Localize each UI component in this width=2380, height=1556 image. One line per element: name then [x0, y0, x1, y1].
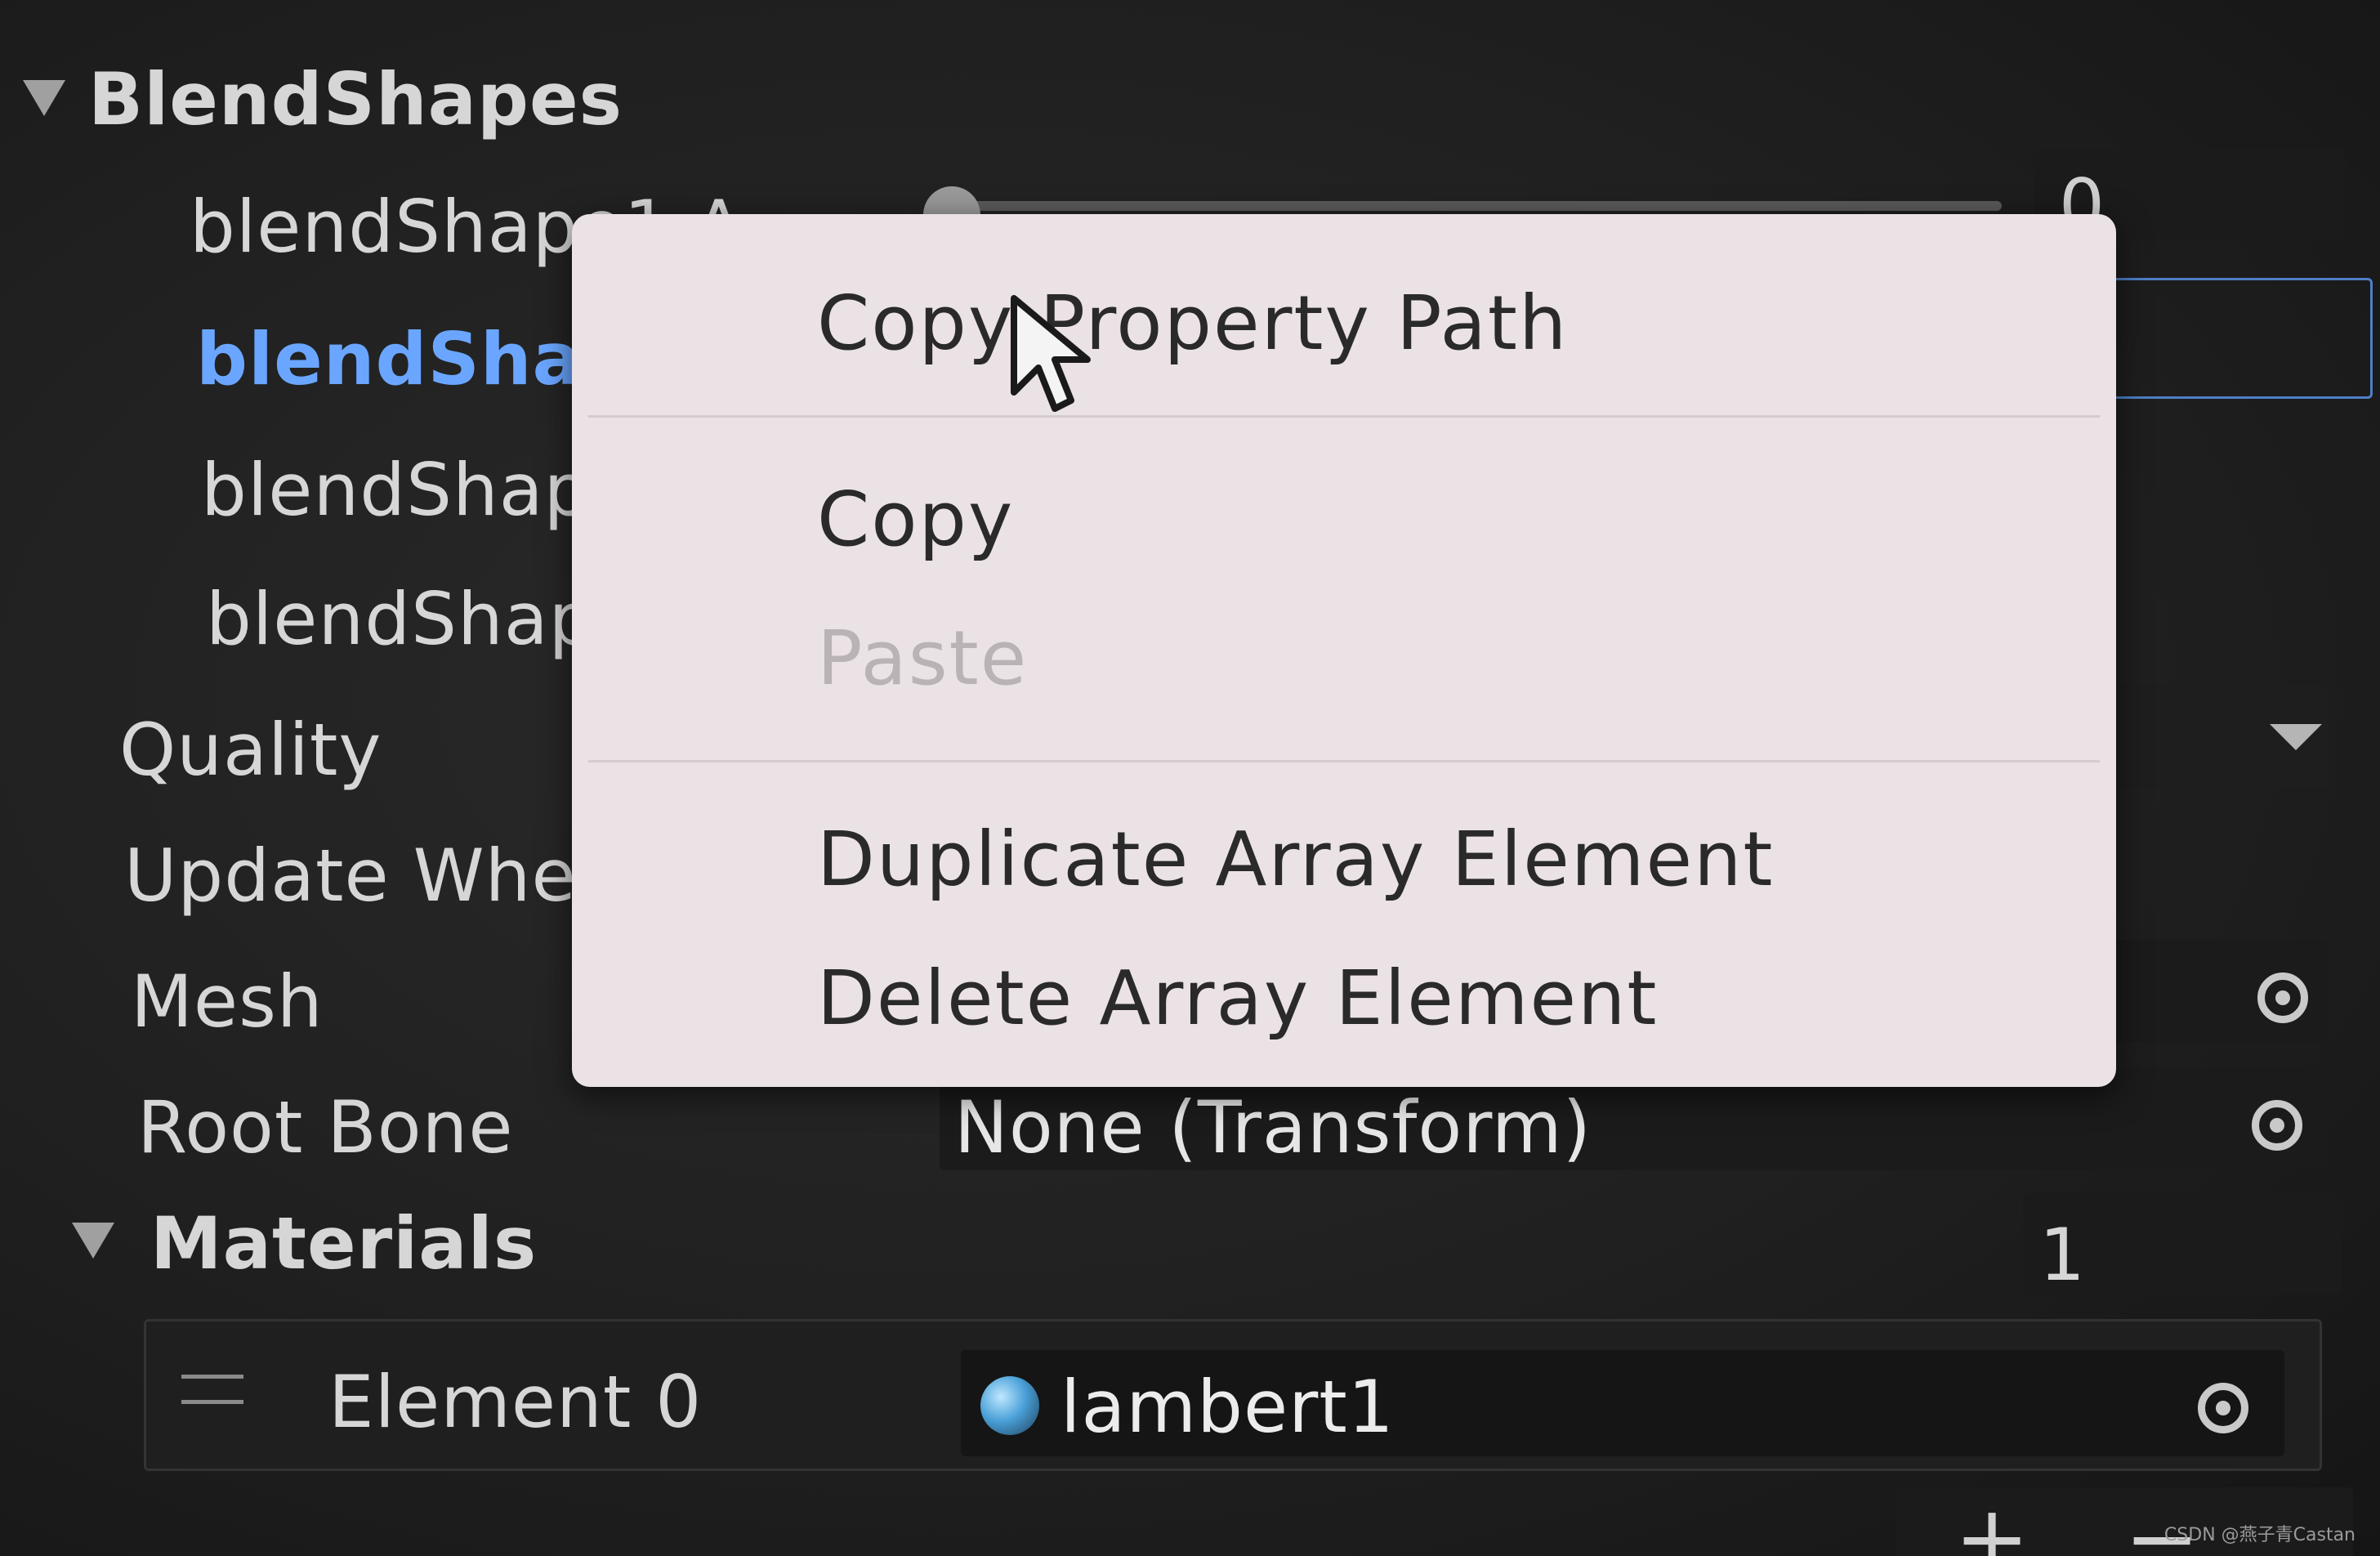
blendshape1-slider-track[interactable] — [940, 201, 2002, 211]
blendshape-row-2-label[interactable]: blendShap — [196, 317, 634, 401]
blendshape-row-3-label[interactable]: blendShap — [201, 448, 591, 532]
blendshape-row-4-label[interactable]: blendShap — [206, 577, 596, 661]
update-when-offscreen-label: Update Wher — [124, 834, 607, 918]
material-sphere-icon — [980, 1376, 1039, 1435]
blendshapes-header[interactable]: BlendShapes — [88, 57, 623, 141]
menu-separator — [588, 415, 2100, 418]
context-menu: Copy Property Path Copy Paste Duplicate … — [572, 214, 2116, 1087]
arrow-cursor-icon — [1011, 295, 1091, 412]
dropdown-arrow-icon[interactable] — [2270, 724, 2322, 750]
drag-handle-icon[interactable] — [181, 1375, 243, 1404]
menu-item-copy-property-path[interactable]: Copy Property Path — [817, 279, 1568, 367]
mesh-label: Mesh — [131, 959, 324, 1044]
quality-label: Quality — [119, 708, 382, 792]
root-bone-label: Root Bone — [137, 1085, 514, 1169]
element0-picker-target-icon[interactable] — [2198, 1383, 2248, 1433]
root-bone-picker-target-icon[interactable] — [2252, 1100, 2302, 1151]
root-bone-value: None (Transform) — [954, 1085, 1592, 1169]
menu-separator — [588, 760, 2100, 762]
blendshapes-foldout-icon[interactable] — [23, 80, 65, 116]
menu-item-copy[interactable]: Copy — [817, 476, 1014, 563]
materials-foldout-icon[interactable] — [72, 1223, 114, 1259]
menu-item-paste: Paste — [817, 615, 1029, 702]
menu-item-delete-array-element[interactable]: Delete Array Element — [817, 955, 1658, 1042]
element0-value: lambert1 — [1061, 1365, 1395, 1449]
add-element-button[interactable]: + — [1954, 1486, 2030, 1556]
unity-inspector-screen: BlendShapes 0 blendShape1.A blendShap bl… — [0, 0, 2380, 1556]
materials-header[interactable]: Materials — [150, 1201, 537, 1285]
menu-item-duplicate-array-element[interactable]: Duplicate Array Element — [817, 816, 1774, 903]
mesh-picker-target-icon[interactable] — [2257, 972, 2308, 1023]
materials-count: 1 — [2039, 1213, 2086, 1297]
element0-label: Element 0 — [328, 1360, 703, 1444]
watermark: CSDN @燕子青Castan — [2163, 1525, 2355, 1545]
